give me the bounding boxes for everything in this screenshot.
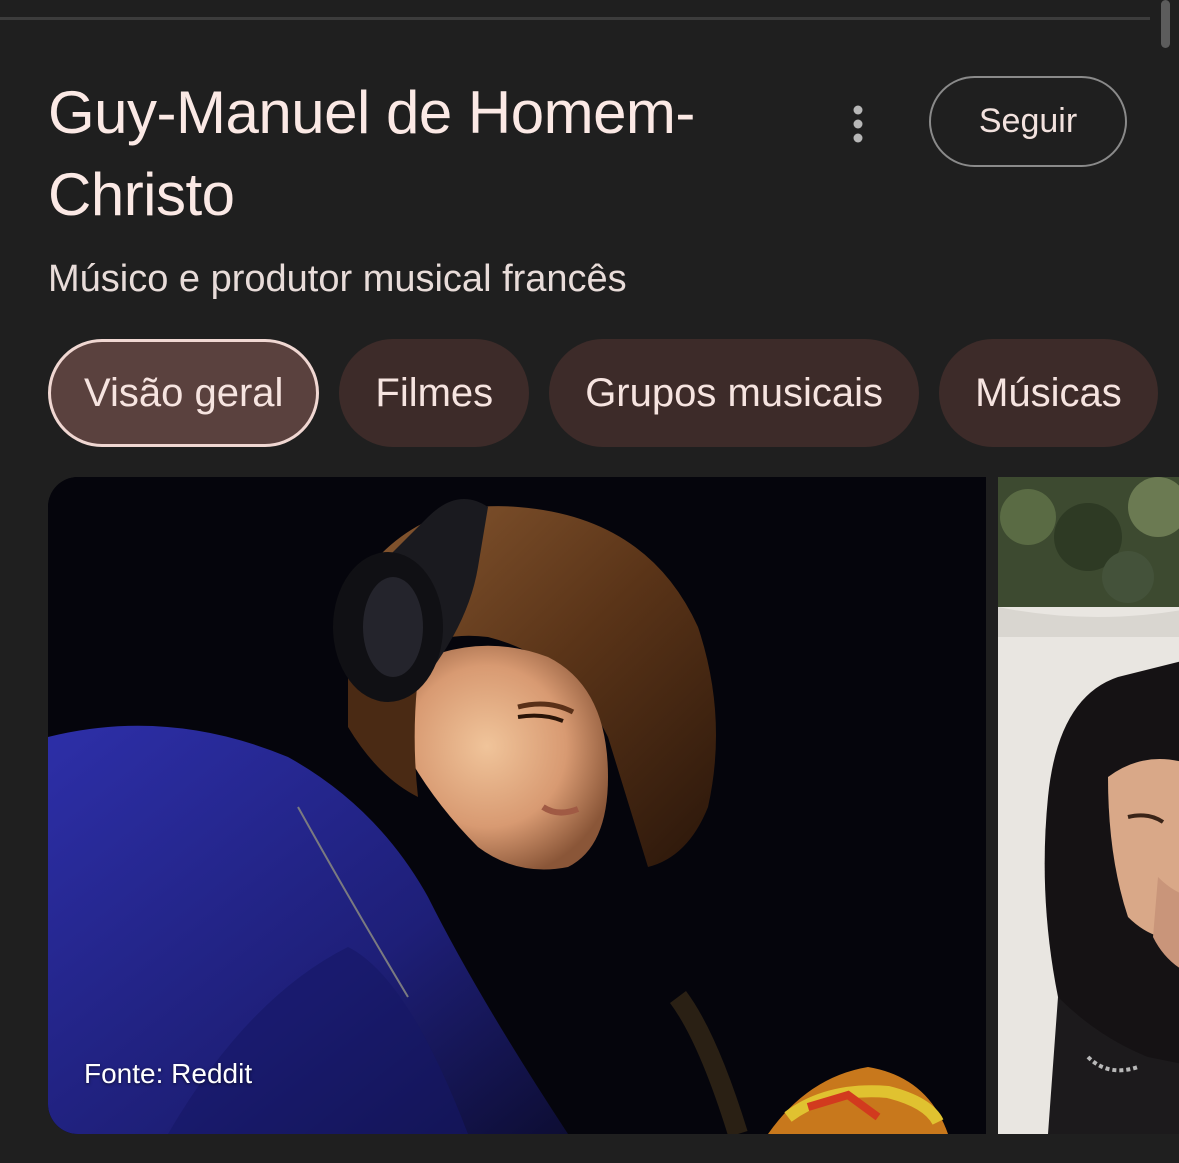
chip-bar: Visão geral Filmes Grupos musicais Músic… [48,339,1158,447]
scrollbar-thumb[interactable] [1161,0,1170,48]
chip-films[interactable]: Filmes [339,339,530,447]
more-options-button[interactable] [836,96,880,152]
image-result-secondary[interactable] [998,477,1179,1134]
image-result-main[interactable]: Fonte: Reddit [48,477,986,1134]
chip-overview[interactable]: Visão geral [48,339,320,447]
portrait-photo [48,477,986,1134]
entity-title: Guy-Manuel de Homem-Christo [48,79,695,228]
chip-songs[interactable]: Músicas [939,339,1158,447]
knowledge-panel: Guy-Manuel de Homem-Christo Seguir Músic… [0,0,1179,1163]
image-source-label: Fonte: Reddit [84,1058,253,1089]
more-vert-icon [853,105,863,143]
chip-musical-groups[interactable]: Grupos musicais [549,339,920,447]
top-divider [0,17,1150,20]
entity-subtitle: Músico e produtor musical francês [48,258,627,300]
follow-button[interactable]: Seguir [929,76,1127,167]
portrait-photo-2 [998,477,1179,1134]
